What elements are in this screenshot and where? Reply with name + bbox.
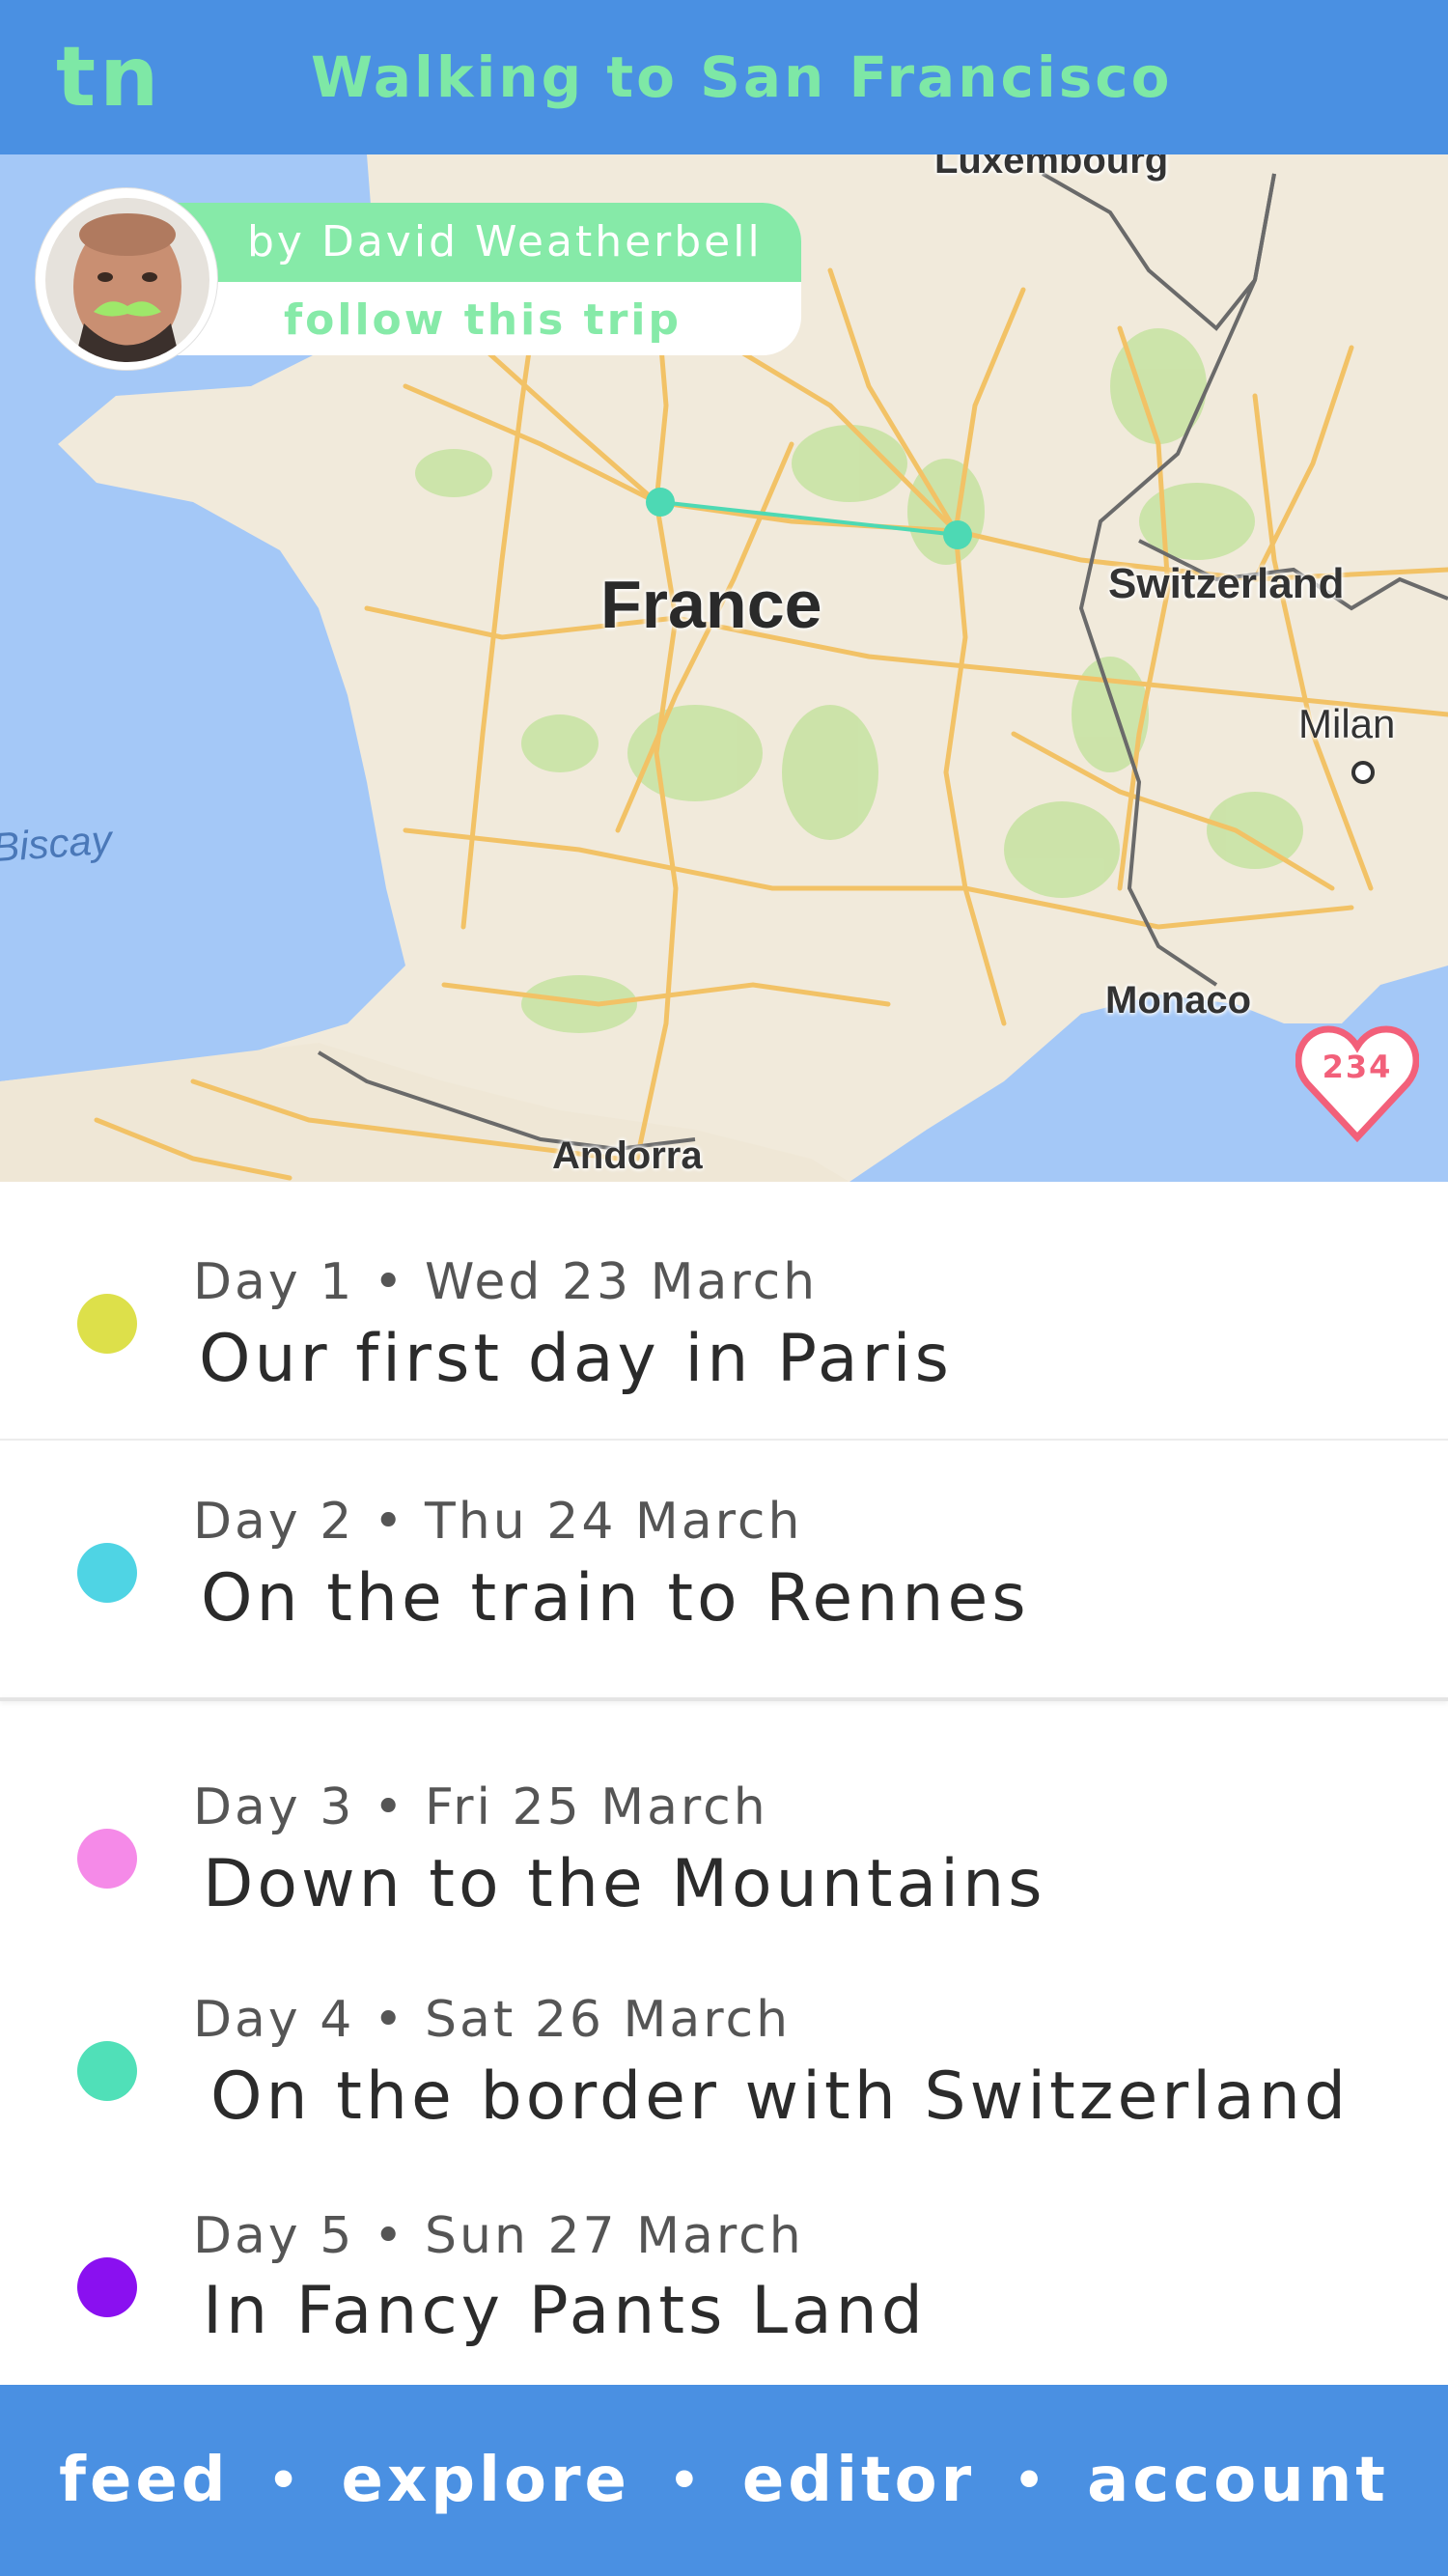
avatar[interactable] (35, 187, 218, 371)
day-color-dot (77, 2257, 137, 2317)
like-heart-button[interactable]: 234 (1295, 1023, 1419, 1143)
day-color-dot (77, 1294, 137, 1354)
nav-explore[interactable]: explore (342, 2445, 630, 2516)
day-meta: Day 3 • Fri 25 March (193, 1778, 768, 1836)
divider (0, 1697, 1448, 1701)
day-title: Down to the Mountains (203, 1846, 1046, 1922)
author-photo (45, 198, 209, 362)
day-meta: Day 2 • Thu 24 March (193, 1493, 803, 1551)
trip-map[interactable]: Luxembourg France Switzerland Milan Mona… (0, 154, 1448, 1182)
day-color-dot (77, 1829, 137, 1889)
map-label-france: France (600, 567, 822, 642)
nav-separator: • (1014, 2452, 1049, 2508)
list-item[interactable]: Day 5 • Sun 27 March In Fancy Pants Land (0, 2132, 1448, 2369)
list-item[interactable]: Day 1 • Wed 23 March Our first day in Pa… (0, 1182, 1448, 1439)
day-meta: Day 5 • Sun 27 March (193, 2207, 804, 2265)
nav-editor[interactable]: editor (742, 2445, 975, 2516)
map-label-switzerland: Switzerland (1108, 560, 1345, 607)
app-header: tn Walking to San Francisco (0, 0, 1448, 154)
day-color-dot (77, 1543, 137, 1603)
list-item[interactable]: Day 4 • Sat 26 March On the border with … (0, 1916, 1448, 2135)
app-logo[interactable]: tn (56, 29, 162, 126)
list-item[interactable]: Day 3 • Fri 25 March Down to the Mountai… (0, 1703, 1448, 1922)
author-card: by David Weatherbell follow this trip (125, 203, 801, 355)
map-label-monaco: Monaco (1105, 979, 1252, 1022)
day-meta: Day 4 • Sat 26 March (193, 1991, 792, 2049)
map-label-milan: Milan (1298, 701, 1396, 746)
follow-trip-button[interactable]: follow this trip (284, 295, 682, 345)
day-title: On the border with Switzerland (210, 2058, 1351, 2135)
map-label-andorra: Andorra (552, 1134, 703, 1177)
nav-account[interactable]: account (1087, 2445, 1389, 2516)
list-item[interactable]: Day 2 • Thu 24 March On the train to Ren… (0, 1441, 1448, 1688)
map-label-luxembourg: Luxembourg (934, 154, 1169, 182)
day-title: In Fancy Pants Land (203, 2273, 927, 2349)
trip-title: Walking to San Francisco (311, 44, 1173, 110)
nav-separator: • (267, 2452, 303, 2508)
nav-feed[interactable]: feed (59, 2445, 229, 2516)
author-byline[interactable]: by David Weatherbell (125, 203, 801, 282)
likes-count: 234 (1322, 1049, 1393, 1085)
map-label-biscay: Biscay (0, 816, 114, 871)
day-title: On the train to Rennes (201, 1560, 1030, 1637)
nav-separator: • (668, 2452, 704, 2508)
day-title: Our first day in Paris (199, 1321, 953, 1397)
bottom-nav: feed • explore • editor • account (0, 2385, 1448, 2576)
day-meta: Day 1 • Wed 23 March (193, 1253, 819, 1311)
day-color-dot (77, 2041, 137, 2101)
